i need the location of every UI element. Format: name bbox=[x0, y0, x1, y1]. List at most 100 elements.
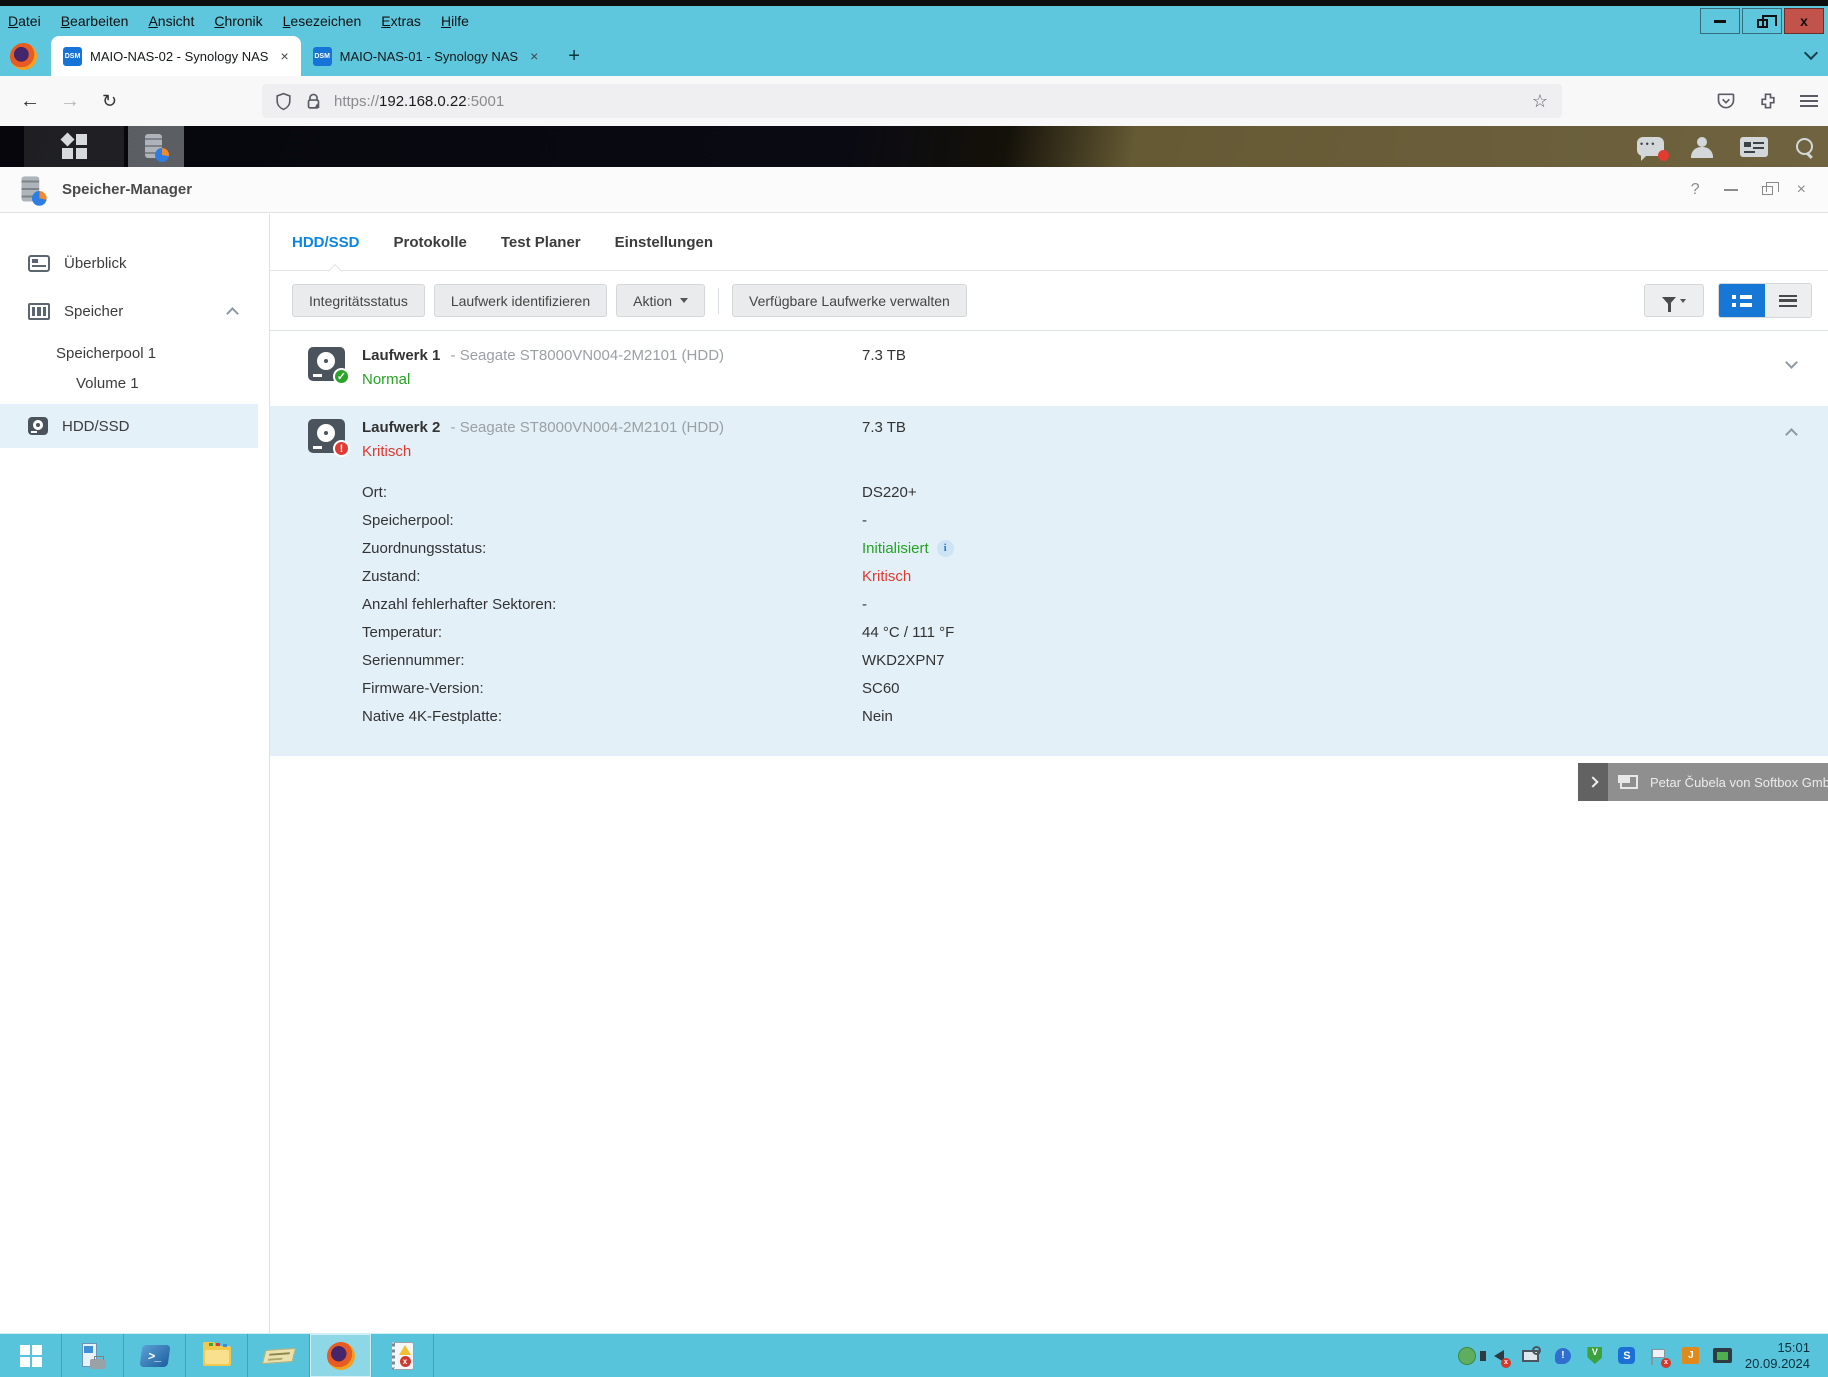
sidebar-label: Überblick bbox=[64, 255, 127, 272]
app-body: Überblick Speicher Speicherpool 1 Volume… bbox=[0, 214, 1828, 1333]
menu-ansicht[interactable]: Ansicht bbox=[148, 13, 194, 29]
tab-maio-nas-02[interactable]: DSM MAIO-NAS-02 - Synology NAS × bbox=[51, 36, 301, 76]
menu-lesezeichen[interactable]: Lesezeichen bbox=[283, 13, 362, 29]
filter-button[interactable] bbox=[1644, 284, 1704, 317]
flag-error-icon[interactable]: x bbox=[1649, 1346, 1669, 1366]
back-button[interactable]: ← bbox=[20, 90, 40, 113]
collapse-chevron-icon[interactable] bbox=[226, 307, 239, 320]
menu-bearbeiten[interactable]: Bearbeiten bbox=[61, 13, 129, 29]
tab-test-planer[interactable]: Test Planer bbox=[501, 234, 581, 251]
menu-hilfe[interactable]: Hilfe bbox=[441, 13, 469, 29]
dsm-search-icon[interactable] bbox=[1794, 137, 1814, 157]
app-titlebar[interactable]: Speicher-Manager ? × bbox=[0, 167, 1828, 213]
menu-hamburger-icon[interactable] bbox=[1800, 95, 1818, 107]
sophos-icon[interactable]: S bbox=[1617, 1346, 1637, 1366]
aktion-dropdown-button[interactable]: Aktion bbox=[616, 284, 705, 317]
tab-protokolle[interactable]: Protokolle bbox=[394, 234, 467, 251]
app-title: Speicher-Manager bbox=[62, 181, 192, 198]
compact-view-button[interactable] bbox=[1765, 284, 1811, 317]
browser-window-controls: x bbox=[1698, 8, 1824, 34]
integritaetsstatus-button[interactable]: Integritätsstatus bbox=[292, 284, 425, 317]
verfuegbare-laufwerke-button[interactable]: Verfügbare Laufwerke verwalten bbox=[732, 284, 967, 317]
sidebar-label: HDD/SSD bbox=[62, 418, 130, 435]
taskbar-system-tools[interactable] bbox=[62, 1334, 124, 1377]
drive-icon: ✓ bbox=[308, 347, 345, 381]
sidebar-item-hdd-ssd[interactable]: HDD/SSD bbox=[0, 404, 258, 448]
info-icon[interactable]: i bbox=[937, 540, 954, 557]
lock-warning-icon[interactable] bbox=[305, 92, 322, 111]
reload-button[interactable]: ↻ bbox=[102, 91, 117, 112]
dsm-launcher-tray bbox=[24, 126, 124, 167]
drive-name: Laufwerk 2 bbox=[362, 419, 440, 436]
menu-extras[interactable]: Extras bbox=[381, 13, 421, 29]
drive-details: Ort: DS220+ Speicherpool: - Zuordnungsst… bbox=[362, 478, 1808, 730]
sidebar-item-speicher[interactable]: Speicher bbox=[0, 292, 269, 330]
extensions-icon[interactable] bbox=[1758, 91, 1778, 111]
notifications-icon[interactable] bbox=[1637, 137, 1664, 156]
app-minimize-button[interactable] bbox=[1724, 189, 1738, 191]
drive-status: Normal bbox=[362, 371, 1808, 388]
sidebar-item-volume-1[interactable]: Volume 1 bbox=[0, 368, 269, 398]
bookmark-star-icon[interactable]: ☆ bbox=[1532, 91, 1548, 112]
firefox-icon[interactable] bbox=[10, 43, 37, 70]
support-icon[interactable]: ! bbox=[1553, 1346, 1573, 1366]
content-tabs: HDD/SSD Protokolle Test Planer Einstellu… bbox=[270, 214, 1828, 271]
shield-icon[interactable] bbox=[274, 92, 293, 111]
tray-app-icon[interactable] bbox=[1457, 1346, 1477, 1366]
laufwerk-identifizieren-button[interactable]: Laufwerk identifizieren bbox=[434, 284, 607, 317]
new-tab-button[interactable]: + bbox=[568, 45, 580, 68]
drive-model: - Seagate ST8000VN004-2M2101 (HDD) bbox=[451, 419, 724, 436]
tab-hdd-ssd[interactable]: HDD/SSD bbox=[292, 234, 360, 251]
start-button[interactable] bbox=[0, 1334, 62, 1377]
main-menu-icon[interactable] bbox=[62, 134, 87, 159]
user-account-icon[interactable] bbox=[1690, 137, 1714, 157]
browser-navbar: ← → ↻ https://192.168.0.22:5001 ☆ bbox=[0, 76, 1828, 126]
help-button[interactable]: ? bbox=[1691, 181, 1700, 199]
toolbar-separator bbox=[718, 288, 719, 314]
sidebar-item-ueberblick[interactable]: Überblick bbox=[0, 244, 269, 282]
drive-size: 7.3 TB bbox=[862, 347, 906, 364]
detail-view-button[interactable] bbox=[1719, 284, 1765, 317]
browser-close-button[interactable]: x bbox=[1784, 8, 1824, 34]
drive-list: ✓ Laufwerk 1 - Seagate ST8000VN004-2M210… bbox=[270, 331, 1828, 756]
taskbar-file-explorer[interactable] bbox=[186, 1334, 248, 1377]
app-close-button[interactable]: × bbox=[1797, 181, 1806, 199]
volume-muted-icon[interactable]: x bbox=[1489, 1346, 1509, 1366]
tab-einstellungen[interactable]: Einstellungen bbox=[615, 234, 713, 251]
firefox-icon bbox=[327, 1342, 355, 1370]
menu-chronik[interactable]: Chronik bbox=[214, 13, 262, 29]
tab-close-icon[interactable]: × bbox=[280, 48, 288, 64]
taskbar-powershell[interactable]: >_ bbox=[124, 1334, 186, 1377]
taskbar-firefox[interactable] bbox=[310, 1334, 372, 1377]
screens-icon bbox=[1618, 775, 1638, 789]
menu-datei[interactable]: Datei bbox=[8, 13, 41, 29]
app-window-controls: ? × bbox=[1691, 167, 1806, 213]
app-restore-button[interactable] bbox=[1762, 186, 1773, 195]
pocket-icon[interactable] bbox=[1716, 91, 1736, 111]
network-icon[interactable] bbox=[1521, 1346, 1541, 1366]
java-update-icon[interactable]: J bbox=[1681, 1346, 1701, 1366]
drive-model: - Seagate ST8000VN004-2M2101 (HDD) bbox=[451, 347, 724, 364]
tab-maio-nas-01[interactable]: DSM MAIO-NAS-01 - Synology NAS × bbox=[301, 36, 551, 76]
widgets-icon[interactable] bbox=[1740, 137, 1768, 157]
sidebar-item-speicherpool-1[interactable]: Speicherpool 1 bbox=[0, 338, 269, 368]
dsm-desktop-bar bbox=[0, 126, 1828, 167]
antivirus-icon[interactable]: V bbox=[1585, 1346, 1605, 1366]
taskbar-scanner-app[interactable] bbox=[248, 1334, 310, 1377]
compact-list-icon bbox=[1779, 295, 1797, 307]
toolbar-right-group bbox=[1644, 283, 1812, 318]
drive-row-laufwerk-1[interactable]: ✓ Laufwerk 1 - Seagate ST8000VN004-2M210… bbox=[270, 334, 1828, 401]
overview-icon bbox=[28, 255, 50, 272]
url-bar[interactable]: https://192.168.0.22:5001 ☆ bbox=[262, 84, 1562, 118]
windows-logo-icon bbox=[20, 1345, 42, 1367]
taskbar-clock[interactable]: 15:01 20.09.2024 bbox=[1745, 1340, 1814, 1372]
list-all-tabs-icon[interactable] bbox=[1804, 46, 1818, 60]
storage-manager-taskbar-tile[interactable] bbox=[128, 126, 184, 167]
browser-restore-button[interactable] bbox=[1742, 8, 1782, 34]
overlay-expand-button[interactable] bbox=[1578, 763, 1608, 801]
drive-row-laufwerk-2[interactable]: ! Laufwerk 2 - Seagate ST8000VN004-2M210… bbox=[270, 406, 1828, 756]
browser-minimize-button[interactable] bbox=[1700, 8, 1740, 34]
tab-close-icon[interactable]: × bbox=[530, 48, 538, 64]
taskbar-log-app[interactable]: x bbox=[372, 1334, 434, 1377]
screen-share-icon[interactable] bbox=[1713, 1346, 1733, 1366]
